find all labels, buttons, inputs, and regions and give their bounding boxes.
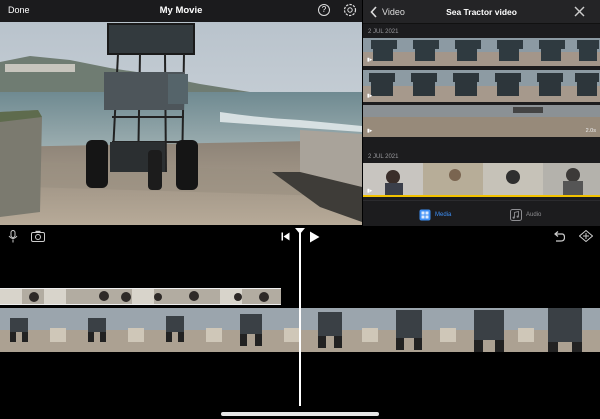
section-date: 2 JUL 2021	[368, 29, 399, 35]
media-tabs: Media Audio	[363, 200, 600, 226]
section-date: 2 JUL 2021	[368, 154, 399, 160]
media-tab-icon	[419, 209, 431, 221]
clip-thumbnail-strip	[363, 105, 600, 137]
gear-icon[interactable]	[343, 3, 357, 17]
media-clip[interactable]: ▮▸ 2.0s	[363, 105, 600, 137]
camera-icon[interactable]	[31, 230, 45, 242]
media-clip[interactable]: ▮▸	[363, 163, 600, 197]
play-icon[interactable]	[309, 231, 320, 243]
clip-duration: 2.0s	[585, 128, 596, 134]
help-circle-icon[interactable]: ?	[318, 4, 330, 16]
preview-frame-image	[0, 22, 362, 225]
top-bar: Done My Movie ?	[0, 0, 362, 22]
video-camera-icon: ▮▸	[367, 188, 373, 194]
album-title: Sea Tractor video	[446, 7, 517, 17]
skip-to-start-icon[interactable]	[281, 232, 290, 241]
video-preview[interactable]	[0, 22, 362, 225]
microphone-icon[interactable]	[8, 230, 18, 243]
video-camera-icon: ▮▸	[367, 93, 373, 99]
tab-audio-label: Audio	[526, 212, 542, 218]
undo-icon[interactable]	[553, 230, 565, 242]
tab-media-label: Media	[435, 212, 452, 218]
media-clip[interactable]: ▮▸	[363, 38, 600, 66]
playhead-handle[interactable]	[295, 228, 305, 234]
media-browser-header: Video Sea Tractor video	[363, 0, 600, 24]
clip-thumbnail-strip	[363, 70, 600, 102]
close-icon[interactable]	[574, 6, 585, 17]
cutaway-thumbnail-strip	[0, 289, 281, 304]
project-title: My Movie	[159, 5, 203, 16]
cutaway-clip[interactable]	[0, 288, 281, 305]
clip-thumbnail-strip	[363, 38, 600, 66]
video-camera-icon: ▮▸	[367, 57, 373, 63]
tab-media[interactable]: Media	[419, 208, 451, 222]
home-indicator[interactable]	[221, 412, 379, 416]
playhead[interactable]	[299, 233, 301, 406]
audio-waveform-icon[interactable]	[579, 230, 593, 242]
media-browser-panel: Video Sea Tractor video 2 JUL 2021 ▮▸ ▮▸…	[363, 0, 600, 226]
clip-thumbnail-strip	[363, 163, 600, 197]
audio-tab-icon	[510, 209, 522, 221]
video-camera-icon: ▮▸	[367, 128, 373, 134]
media-clip[interactable]: ▮▸	[363, 70, 600, 102]
tab-audio[interactable]: Audio	[510, 208, 541, 222]
